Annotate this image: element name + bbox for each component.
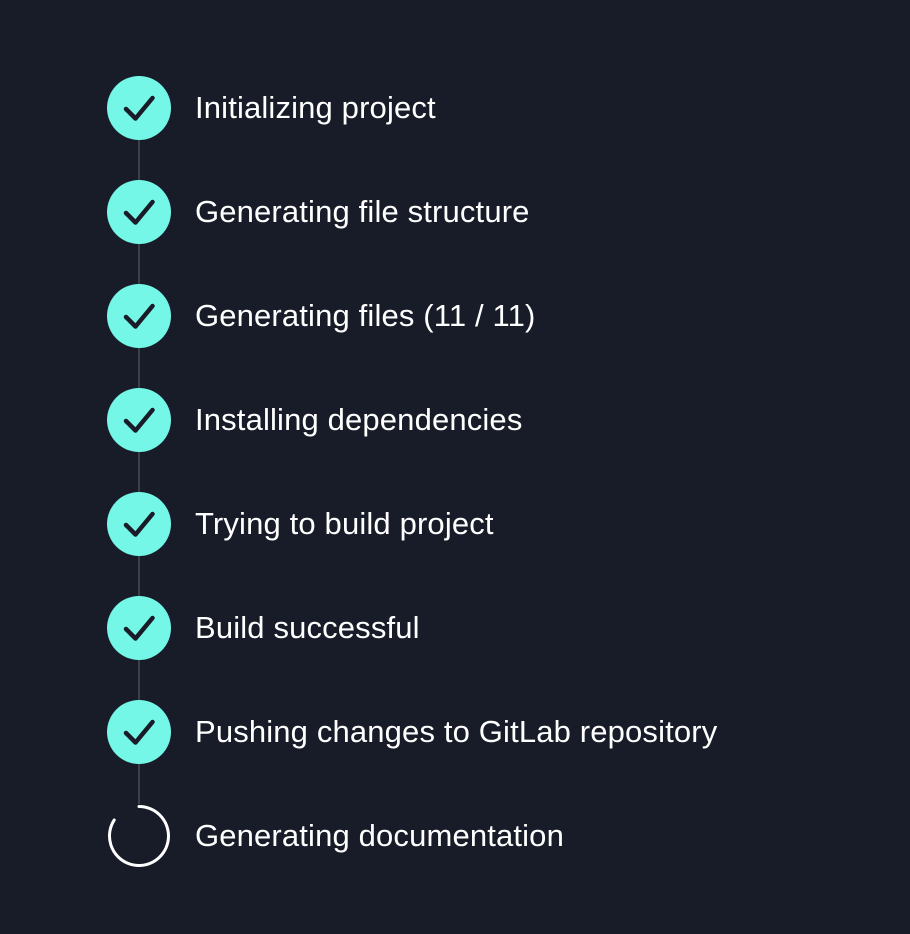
step-build-successful: Build successful — [107, 596, 867, 700]
step-status-complete — [107, 284, 171, 348]
step-label: Pushing changes to GitLab repository — [195, 714, 718, 749]
check-icon — [107, 76, 171, 140]
step-status-complete — [107, 180, 171, 244]
step-label: Generating files (11 / 11) — [195, 298, 536, 333]
step-generating-files: Generating files (11 / 11) — [107, 284, 867, 388]
step-trying-to-build-project: Trying to build project — [107, 492, 867, 596]
step-label: Installing dependencies — [195, 402, 523, 437]
step-status-complete — [107, 700, 171, 764]
step-label: Trying to build project — [195, 506, 494, 541]
step-label: Build successful — [195, 610, 420, 645]
check-icon — [107, 492, 171, 556]
step-label: Generating documentation — [195, 818, 564, 853]
step-initializing-project: Initializing project — [107, 76, 867, 180]
step-label: Generating file structure — [195, 194, 530, 229]
check-icon — [107, 284, 171, 348]
check-icon — [107, 388, 171, 452]
step-label: Initializing project — [195, 90, 436, 125]
step-installing-dependencies: Installing dependencies — [107, 388, 867, 492]
spinner-icon — [107, 804, 171, 868]
check-icon — [107, 700, 171, 764]
progress-steps-list: Initializing project Generating file str… — [107, 76, 867, 908]
step-pushing-changes: Pushing changes to GitLab repository — [107, 700, 867, 804]
check-icon — [107, 596, 171, 660]
step-generating-documentation: Generating documentation — [107, 804, 867, 908]
check-icon — [107, 180, 171, 244]
step-status-complete — [107, 388, 171, 452]
step-generating-file-structure: Generating file structure — [107, 180, 867, 284]
step-status-complete — [107, 596, 171, 660]
step-status-complete — [107, 76, 171, 140]
step-status-complete — [107, 492, 171, 556]
step-status-in-progress — [107, 804, 171, 868]
